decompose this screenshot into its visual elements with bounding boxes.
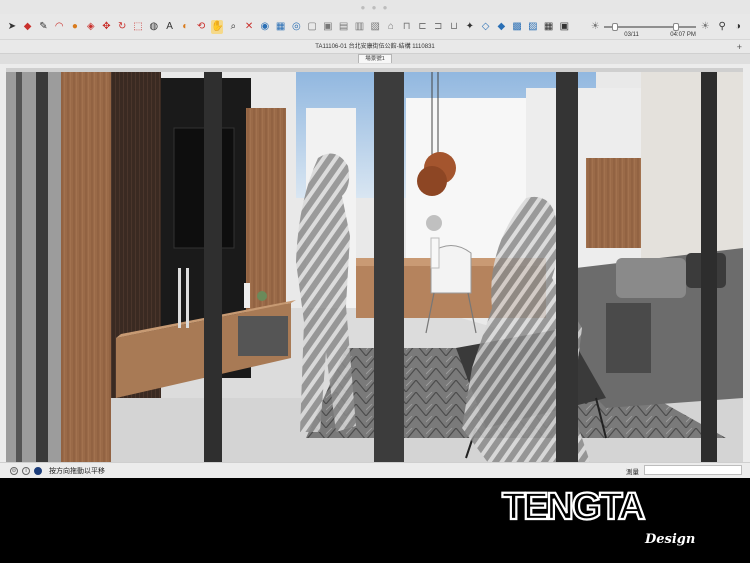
right-view-icon[interactable]: ⊐ [432,20,444,34]
iso-view-icon[interactable]: ◇ [480,20,492,34]
right-wood-panel [586,158,641,248]
info-icon[interactable]: i [22,466,30,475]
mullion-1 [16,68,22,462]
mullion-6 [701,68,717,462]
status-hint: 按方向拖動以平移 [49,467,105,475]
document-title: TA11106-01 台北安康街伍公館-結構 1110831 [315,44,435,50]
shadow-timeline: ☀ 03/11 04:07 PM ☀ [586,20,714,38]
brand-logo: TENGTA [501,485,648,525]
document-title-bar: TA11106-01 台北安康街伍公館-結構 1110831 + [0,40,750,54]
fog-icon[interactable]: ▦ [275,20,287,34]
window-controls[interactable]: ● ● ● [361,3,390,12]
interior-rendering [6,68,743,462]
scene-tabs: 場景號1 [0,54,750,64]
scale-icon[interactable]: ⬚ [132,20,144,34]
home-view-icon[interactable]: ⌂ [385,20,397,34]
pendant-lamp-back [417,166,447,196]
measurements-label: 測量 [626,469,639,476]
textured-icon[interactable]: ▥ [354,20,366,34]
walk-icon[interactable]: ⚲ [716,20,728,34]
measurements-input[interactable] [644,465,742,475]
xray-icon[interactable]: ◎ [290,20,302,34]
mullion-4 [374,68,404,462]
geo-location-icon[interactable]: ⊙ [10,466,18,475]
eraser-icon[interactable]: ◆ [22,20,34,34]
shadows-icon[interactable]: ◉ [259,20,271,34]
credits-icon[interactable] [34,466,42,475]
styles-icon[interactable]: ▨ [527,20,539,34]
pencil-line-icon[interactable]: ✎ [38,20,50,34]
sketchup-window: ● ● ● ➤ ◆ ✎ ◠ ● ◈ ✥ ↻ ⬚ ◍ A ◐ ⟲ ✋ ⌕ ✕ ◉ … [0,0,750,478]
sofa-cushion [616,258,686,298]
sun-large-icon: ☀ [700,20,710,32]
rotate-icon[interactable]: ↻ [116,20,128,34]
arc-tool-icon[interactable]: ◠ [53,20,65,34]
status-bar: ⊙ i 按方向拖動以平移 測量 [0,462,750,478]
add-tab-icon[interactable]: + [737,40,742,54]
move-icon[interactable]: ✥ [101,20,113,34]
section-plane-icon[interactable]: ◐ [179,20,191,34]
tape-measure-icon[interactable]: ◍ [148,20,160,34]
left-view-icon[interactable]: ✦ [464,20,476,34]
components-icon[interactable]: ◆ [495,20,507,34]
mullion-5 [556,68,578,462]
back-view-icon[interactable]: ⊔ [448,20,460,34]
monochrome-icon[interactable]: ▧ [369,20,381,34]
date-slider-knob[interactable] [612,22,619,31]
left-column [6,68,61,462]
left-wood-wall [61,68,111,462]
shaded-icon[interactable]: ▤ [338,20,350,34]
hidden-line-icon[interactable]: ▣ [322,20,334,34]
orbit-icon[interactable]: ⟲ [195,20,207,34]
time-slider-knob[interactable] [673,22,679,31]
wireframe-icon[interactable]: ▢ [306,20,318,34]
scene-tab-1[interactable]: 場景號1 [358,54,392,63]
select-tool-icon[interactable]: ➤ [6,20,18,34]
date-label: 03/11 [624,31,639,38]
zoom-extents-icon[interactable]: ✕ [243,20,255,34]
time-label: 04:07 PM [670,31,696,38]
brand-script: Design [645,532,696,547]
main-toolbar: ➤ ◆ ✎ ◠ ● ◈ ✥ ↻ ⬚ ◍ A ◐ ⟲ ✋ ⌕ ✕ ◉ ▦ ◎ ▢ … [0,14,750,40]
pan-icon[interactable]: ✋ [210,19,224,34]
mullion-2 [36,68,48,462]
model-viewport[interactable] [6,68,743,462]
brand-logo-text: TENGTA [502,486,645,525]
window-titlebar: ● ● ● [0,0,750,14]
paint-bucket-icon[interactable]: ● [69,20,81,34]
push-pull-icon[interactable]: ◈ [85,20,97,34]
zoom-icon[interactable]: ⌕ [227,20,239,34]
layers-icon[interactable]: ▦ [543,20,555,34]
text-tool-icon[interactable]: A [164,20,176,34]
timeline-track[interactable]: 03/11 04:07 PM [604,22,697,38]
front-view-icon[interactable]: ⊏ [417,20,429,34]
top-view-icon[interactable]: ⊓ [401,20,413,34]
look-around-icon[interactable]: ◑ [732,20,744,34]
sun-small-icon: ☀ [590,20,600,32]
scenes-icon[interactable]: ▣ [558,20,570,34]
mullion-3 [204,68,222,462]
screenshot-frame: ● ● ● ➤ ◆ ✎ ◠ ● ◈ ✥ ↻ ⬚ ◍ A ◐ ⟲ ✋ ⌕ ✕ ◉ … [0,0,750,563]
materials-icon[interactable]: ▩ [511,20,523,34]
